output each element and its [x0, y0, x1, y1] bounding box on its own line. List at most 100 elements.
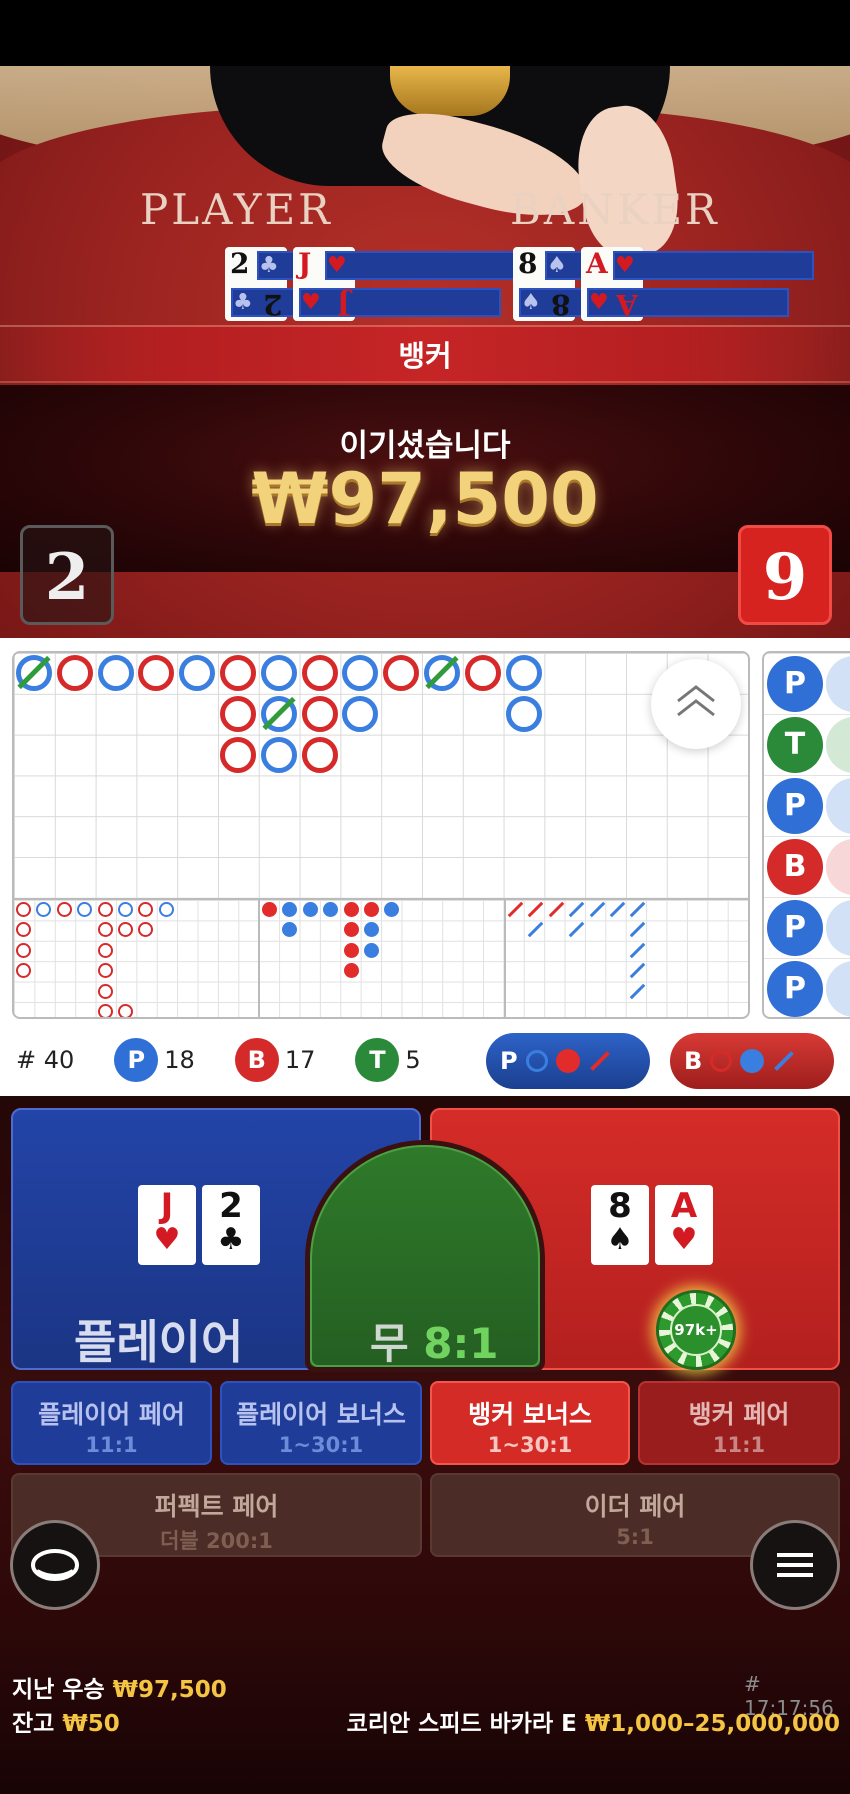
player-bonus-bet[interactable]: 플레이어 보너스 1~30:1: [220, 1381, 422, 1465]
banker-score: 9: [738, 525, 832, 625]
banker-card-1: 8 ♠: [591, 1185, 649, 1265]
menu-button[interactable]: [750, 1520, 840, 1610]
big-eye-mark: [118, 1004, 133, 1017]
small-road-mark: [343, 963, 359, 979]
divider: [504, 898, 506, 1017]
small-road-mark: [262, 902, 277, 917]
player-table-cards: 2 ♣ ♣ 2 J ♥ ♥ J: [225, 247, 526, 321]
player-bet-label: 플레이어: [74, 1315, 244, 1369]
cockroach-icon: [774, 1051, 795, 1071]
banker-win-ring: [220, 655, 256, 691]
table-card: 2 ♣ ♣ 2: [225, 247, 458, 321]
banker-pair-bet[interactable]: 뱅커 페어 11:1: [638, 1381, 840, 1465]
big-eye-mark: [56, 902, 72, 917]
player-badge: P: [114, 1038, 159, 1082]
bead-p: P: [767, 656, 823, 712]
banker-card-2: A ♥: [655, 1185, 713, 1265]
stats-row: # 40 P 18 B 17 T 5: [16, 1038, 461, 1082]
player-ask-button[interactable]: P: [486, 1033, 650, 1089]
big-eye-mark: [97, 922, 113, 938]
status-bar-area: [0, 0, 850, 66]
big-eye-mark: [118, 902, 133, 917]
bet-chip: 97k+: [656, 1290, 736, 1370]
table-card: A ♥ ♥ A: [581, 247, 814, 321]
bead-partial: [826, 656, 850, 712]
bead-partial: [826, 717, 850, 773]
small-road-icon: [555, 1049, 580, 1073]
chevron-up-icon: [677, 685, 715, 717]
bead-t: T: [767, 717, 823, 773]
big-eye-mark: [97, 942, 113, 958]
bead-p: P: [767, 900, 823, 956]
banker-count: B 17: [234, 1038, 315, 1082]
result-banner: 뱅커: [0, 325, 850, 383]
tie-bet-label: 무 8:1: [370, 1319, 499, 1368]
big-eye-mark: [97, 963, 113, 979]
dealer-scarf: [390, 66, 510, 116]
small-road-mark: [343, 902, 359, 917]
banker-ask-button[interactable]: B: [670, 1033, 834, 1089]
scoreboard[interactable]: [12, 651, 750, 1019]
banker-table-label: BANKER: [510, 185, 720, 234]
player-win-ring: [97, 655, 134, 691]
bead-p: P: [767, 961, 823, 1017]
bead-road[interactable]: PTPBPP: [762, 651, 850, 1019]
last-win: 지난 우승 ₩97,500: [12, 1677, 227, 1703]
banker-win-ring: [301, 695, 338, 732]
small-road-mark: [302, 902, 318, 917]
player-pair-bet[interactable]: 플레이어 페어 11:1: [11, 1381, 212, 1465]
small-road-mark: [364, 942, 379, 958]
balance: 잔고 ₩50: [12, 1711, 120, 1737]
table-card: J ♥ ♥ J: [293, 247, 526, 321]
bead-partial: [826, 839, 850, 895]
small-road-icon: [740, 1049, 765, 1073]
big-eye-mark: [16, 902, 31, 917]
player-win-ring: [179, 655, 216, 691]
table-info: 코리안 스피드 바카라 E ₩1,000–25,000,000: [346, 1711, 840, 1737]
chat-button[interactable]: [10, 1520, 100, 1610]
banker-win-ring: [383, 655, 420, 691]
bead-p: P: [767, 778, 823, 834]
player-win-ring: [505, 655, 542, 691]
big-eye-icon: [710, 1050, 733, 1072]
player-win-ring: [260, 655, 297, 691]
small-road-mark: [364, 902, 379, 917]
big-eye-mark: [158, 902, 174, 917]
menu-icon: [777, 1553, 813, 1577]
chat-icon: [31, 1549, 79, 1581]
big-eye-mark: [97, 983, 113, 999]
bead-b: B: [767, 839, 823, 895]
table-card: 8 ♠ ♠ 8: [513, 247, 746, 321]
bead-partial: [826, 900, 850, 956]
collapse-roadmap-button[interactable]: [651, 659, 741, 749]
player-card-1: J ♥: [138, 1185, 196, 1265]
banker-win-ring: [220, 695, 256, 732]
player-win-ring: [342, 695, 379, 732]
banker-win-ring: [220, 736, 256, 773]
cockroach-icon: [589, 1051, 610, 1071]
bead-partial: [826, 778, 850, 834]
big-eye-mark: [97, 902, 113, 917]
small-road-mark: [343, 922, 359, 938]
banker-table-cards: 8 ♠ ♠ 8 A ♥ ♥ A: [513, 247, 814, 321]
player-card-2: 2 ♣: [202, 1185, 260, 1265]
big-eye-mark: [16, 942, 31, 958]
tie-count: T 5: [355, 1038, 421, 1082]
banker-win-ring: [301, 655, 338, 691]
banker-win-ring: [301, 736, 338, 773]
banker-win-ring: [464, 655, 501, 691]
big-eye-mark: [97, 1004, 113, 1017]
big-road-grid: [14, 653, 748, 898]
divider: [258, 898, 260, 1017]
banker-bonus-bet[interactable]: 뱅커 보너스 1~30:1: [430, 1381, 630, 1465]
big-eye-icon: [525, 1050, 548, 1072]
player-win-ring: [260, 736, 297, 773]
small-road-mark: [343, 942, 359, 958]
tie-badge: T: [355, 1038, 400, 1082]
player-count: P 18: [114, 1038, 195, 1082]
banker-win-ring: [56, 655, 93, 691]
player-score: 2: [20, 525, 114, 625]
win-amount: ₩97,500: [251, 458, 599, 540]
total-rounds: # 40: [16, 1046, 75, 1074]
banker-badge: B: [234, 1038, 279, 1082]
